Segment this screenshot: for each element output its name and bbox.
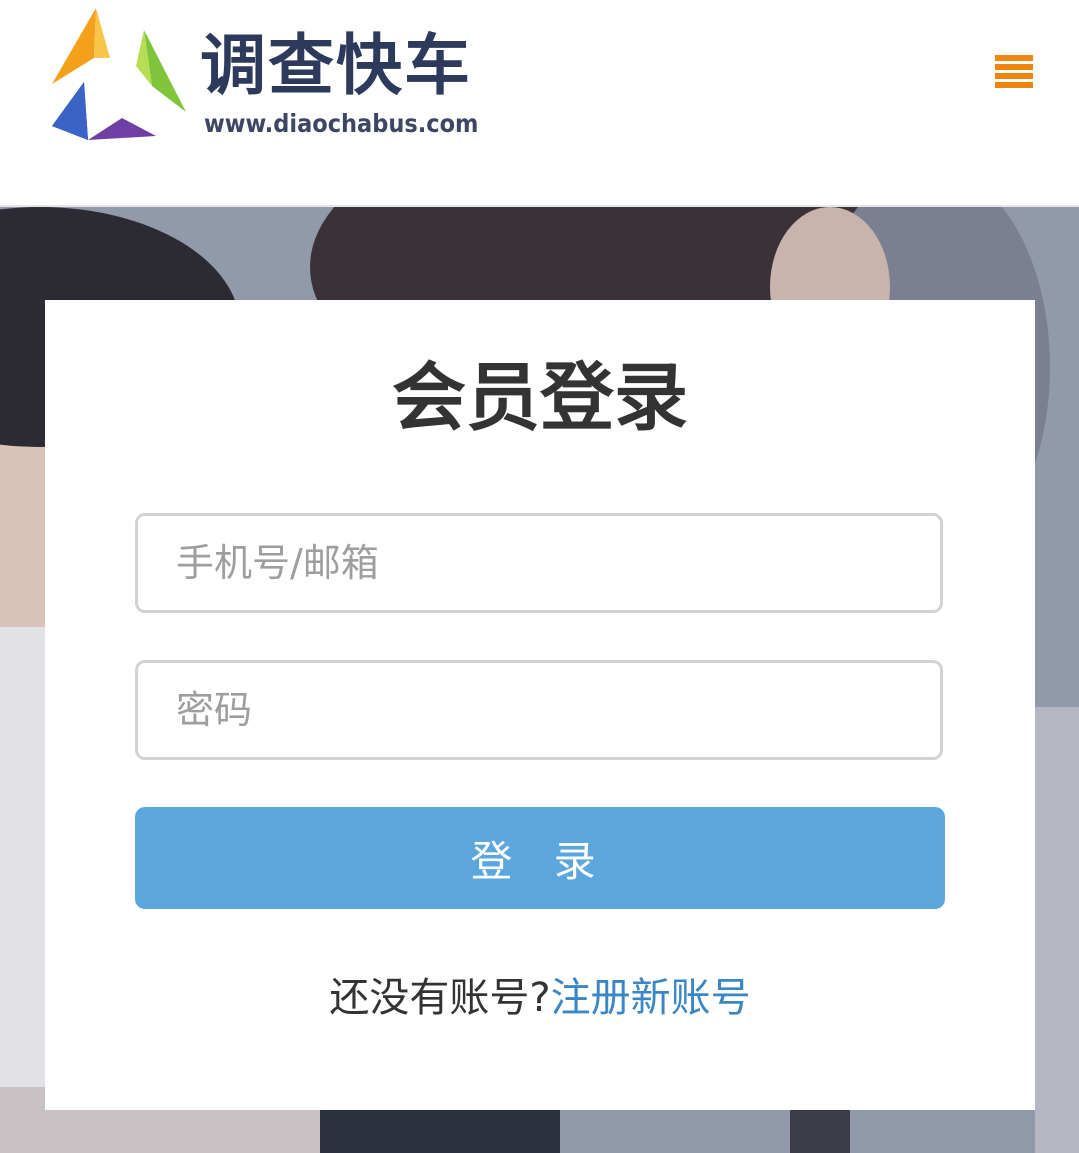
logo-triangle-icon xyxy=(52,8,186,140)
menu-bar xyxy=(995,73,1033,79)
register-prompt: 还没有账号? xyxy=(329,975,551,1021)
menu-bar xyxy=(995,64,1033,70)
menu-bar xyxy=(995,55,1033,61)
menu-bar xyxy=(995,82,1033,88)
site-header: 调查快车 www.diaochabus.com xyxy=(0,0,1079,207)
register-link[interactable]: 注册新账号 xyxy=(551,975,751,1021)
login-title: 会员登录 xyxy=(392,355,688,441)
password-input[interactable] xyxy=(135,660,943,760)
logo-url: www.diaochabus.com xyxy=(204,109,479,138)
login-button[interactable]: 登 录 xyxy=(135,807,945,909)
register-row: 还没有账号?注册新账号 xyxy=(45,968,1035,1028)
logo-title: 调查快车 xyxy=(200,27,472,104)
login-page: 调查快车 www.diaochabus.com 会员登录 手机号/邮箱 登 录 … xyxy=(0,0,1079,1153)
account-input[interactable] xyxy=(135,513,943,613)
login-card: 会员登录 登 录 还没有账号?注册新账号 xyxy=(45,300,1035,1110)
site-logo[interactable]: 调查快车 www.diaochabus.com xyxy=(44,6,504,146)
hamburger-menu-icon[interactable] xyxy=(992,55,1036,95)
